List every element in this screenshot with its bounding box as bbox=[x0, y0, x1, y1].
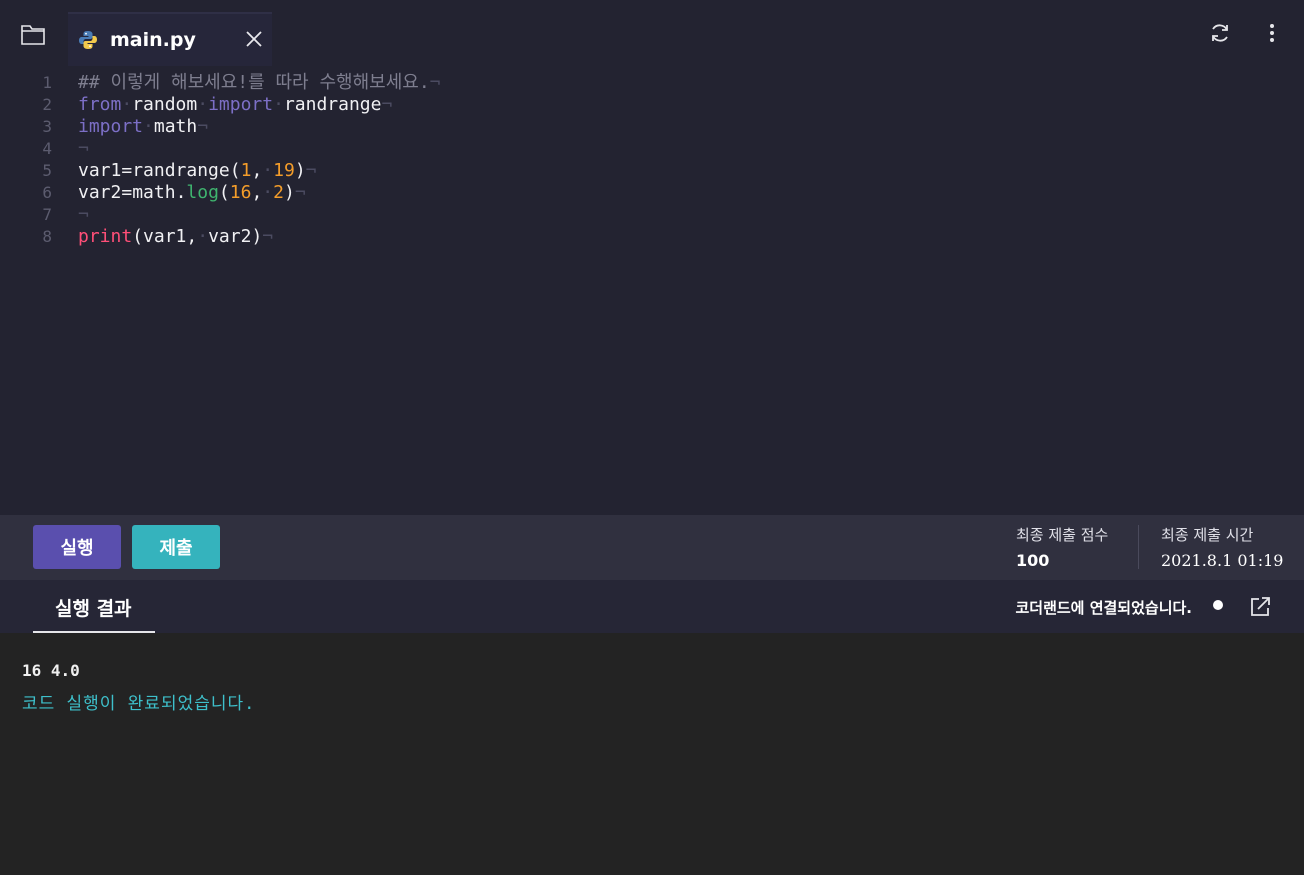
output-console: 16 4.0 코드 실행이 완료되었습니다. bbox=[0, 633, 1304, 875]
code-line: 2 from·random·import·randrange¬ bbox=[0, 94, 1304, 116]
python-icon bbox=[79, 31, 97, 49]
comment-token: ## 이렇게 해보세요!를 따라 수행해보세요. bbox=[78, 72, 430, 93]
result-header: 실행 결과 코더랜드에 연결되었습니다. bbox=[0, 580, 1304, 633]
more-vertical-icon[interactable] bbox=[1262, 22, 1282, 44]
connection-status: 코더랜드에 연결되었습니다. bbox=[1015, 599, 1192, 617]
top-bar: main.py bbox=[0, 0, 1304, 66]
final-time-value: 2021.8.1 01:19 bbox=[1161, 551, 1284, 570]
final-score-value: 100 bbox=[1016, 551, 1050, 570]
status-line: 코드 실행이 완료되었습니다. bbox=[22, 694, 256, 714]
line-number: 6 bbox=[42, 183, 52, 202]
tab-run-result[interactable]: 실행 결과 bbox=[33, 580, 155, 633]
editor-tab-main[interactable]: main.py bbox=[68, 12, 272, 66]
final-score-label: 최종 제출 점수 bbox=[1016, 526, 1109, 544]
action-toolbar: 실행 제출 최종 제출 점수 100 최종 제출 시간 2021.8.1 01:… bbox=[0, 515, 1304, 580]
divider bbox=[1138, 525, 1139, 569]
code-line: 3 import·math¬ bbox=[0, 116, 1304, 138]
final-score: 최종 제출 점수 100 bbox=[1016, 524, 1108, 570]
external-link-icon[interactable] bbox=[1248, 595, 1272, 619]
code-editor[interactable]: 1 ## 이렇게 해보세요!를 따라 수행해보세요.¬ 2 from·rando… bbox=[0, 66, 1304, 515]
code-line: 4 ¬ bbox=[0, 138, 1304, 160]
line-number: 5 bbox=[42, 161, 52, 180]
folder-icon[interactable] bbox=[19, 20, 47, 48]
refresh-icon[interactable] bbox=[1208, 21, 1232, 45]
tab-filename: main.py bbox=[110, 29, 196, 51]
line-number: 2 bbox=[42, 95, 52, 114]
code-line: 5 var1=randrange(1,·19)¬ bbox=[0, 160, 1304, 182]
code-line: 8 print(var1,·var2)¬ bbox=[0, 226, 1304, 248]
line-number: 1 bbox=[42, 73, 52, 92]
submit-button[interactable]: 제출 bbox=[132, 525, 220, 569]
final-time-label: 최종 제출 시간 bbox=[1161, 526, 1254, 544]
output-line: 16 4.0 bbox=[22, 661, 80, 680]
tab-run-result-label: 실행 결과 bbox=[55, 598, 132, 620]
code-line: 1 ## 이렇게 해보세요!를 따라 수행해보세요.¬ bbox=[0, 72, 1304, 94]
line-number: 8 bbox=[42, 227, 52, 246]
line-number: 3 bbox=[42, 117, 52, 136]
final-submit-time: 최종 제출 시간 2021.8.1 01:19 bbox=[1161, 524, 1283, 570]
code-line: 7 ¬ bbox=[0, 204, 1304, 226]
run-button[interactable]: 실행 bbox=[33, 525, 121, 569]
close-icon[interactable] bbox=[244, 29, 264, 49]
status-dot-icon bbox=[1213, 600, 1223, 610]
line-number: 4 bbox=[42, 139, 52, 158]
code-line: 6 var2=math.log(16,·2)¬ bbox=[0, 182, 1304, 204]
line-number: 7 bbox=[42, 205, 52, 224]
